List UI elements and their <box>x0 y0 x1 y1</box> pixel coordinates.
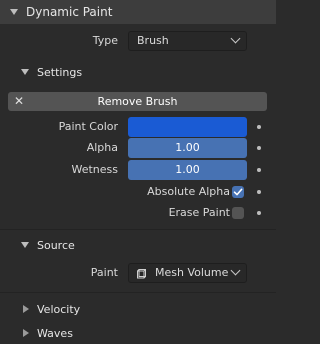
paint-color-row: Paint Color <box>0 117 276 137</box>
collapse-triangle-icon <box>21 69 29 75</box>
velocity-title: Velocity <box>37 302 81 316</box>
alpha-label: Alpha <box>86 141 118 154</box>
collapse-triangle-icon <box>10 9 18 15</box>
dynamic-paint-panel-header[interactable]: Dynamic Paint <box>0 0 276 24</box>
absolute-alpha-row: Absolute Alpha <box>0 182 276 202</box>
settings-subpanel-header[interactable]: Settings <box>0 61 276 83</box>
absolute-alpha-checkbox[interactable] <box>232 186 244 198</box>
velocity-subpanel-header[interactable]: Velocity <box>0 298 276 320</box>
waves-title: Waves <box>37 326 73 340</box>
remove-brush-button[interactable]: ✕ Remove Brush <box>8 92 267 111</box>
chevron-down-icon <box>230 33 241 44</box>
type-label: Type <box>92 34 118 47</box>
expand-triangle-icon <box>23 305 29 313</box>
paint-source-value: Mesh Volume <box>155 266 229 279</box>
paint-color-label: Paint Color <box>58 120 118 133</box>
chevron-down-icon <box>230 265 241 276</box>
alpha-row: Alpha 1.00 <box>0 138 276 158</box>
remove-brush-label: Remove Brush <box>97 95 178 108</box>
waves-subpanel-header[interactable]: Waves <box>0 322 276 344</box>
paint-source-row: Paint Mesh Volume <box>0 263 276 283</box>
panel-title: Dynamic Paint <box>26 5 113 19</box>
wetness-label: Wetness <box>71 163 118 176</box>
keyframe-dot-icon[interactable] <box>257 146 261 150</box>
close-icon: ✕ <box>14 94 25 108</box>
collapse-triangle-icon <box>21 242 29 248</box>
type-dropdown[interactable]: Brush <box>128 31 247 51</box>
keyframe-dot-icon[interactable] <box>257 125 261 129</box>
alpha-slider[interactable]: 1.00 <box>128 138 247 158</box>
wetness-slider[interactable]: 1.00 <box>128 160 247 180</box>
erase-paint-row: Erase Paint <box>0 203 276 223</box>
keyframe-dot-icon[interactable] <box>257 168 261 172</box>
erase-paint-checkbox[interactable] <box>232 207 244 219</box>
expand-triangle-icon <box>23 329 29 337</box>
absolute-alpha-label: Absolute Alpha <box>147 185 230 198</box>
wetness-value: 1.00 <box>175 163 200 176</box>
mesh-volume-icon <box>137 269 146 279</box>
separator <box>0 229 276 230</box>
erase-paint-label: Erase Paint <box>168 206 230 219</box>
keyframe-dot-icon[interactable] <box>257 211 261 215</box>
type-row: Type Brush <box>0 31 276 51</box>
source-title: Source <box>37 238 75 252</box>
paint-source-dropdown[interactable]: Mesh Volume <box>128 263 247 283</box>
settings-title: Settings <box>37 65 83 79</box>
separator <box>0 292 276 293</box>
source-subpanel-header[interactable]: Source <box>0 234 276 256</box>
wetness-row: Wetness 1.00 <box>0 160 276 180</box>
type-value: Brush <box>137 34 169 47</box>
paint-source-label: Paint <box>90 266 118 279</box>
alpha-value: 1.00 <box>175 141 200 154</box>
paint-color-swatch[interactable] <box>128 117 247 137</box>
checkmark-icon <box>233 188 243 196</box>
keyframe-dot-icon[interactable] <box>257 190 261 194</box>
